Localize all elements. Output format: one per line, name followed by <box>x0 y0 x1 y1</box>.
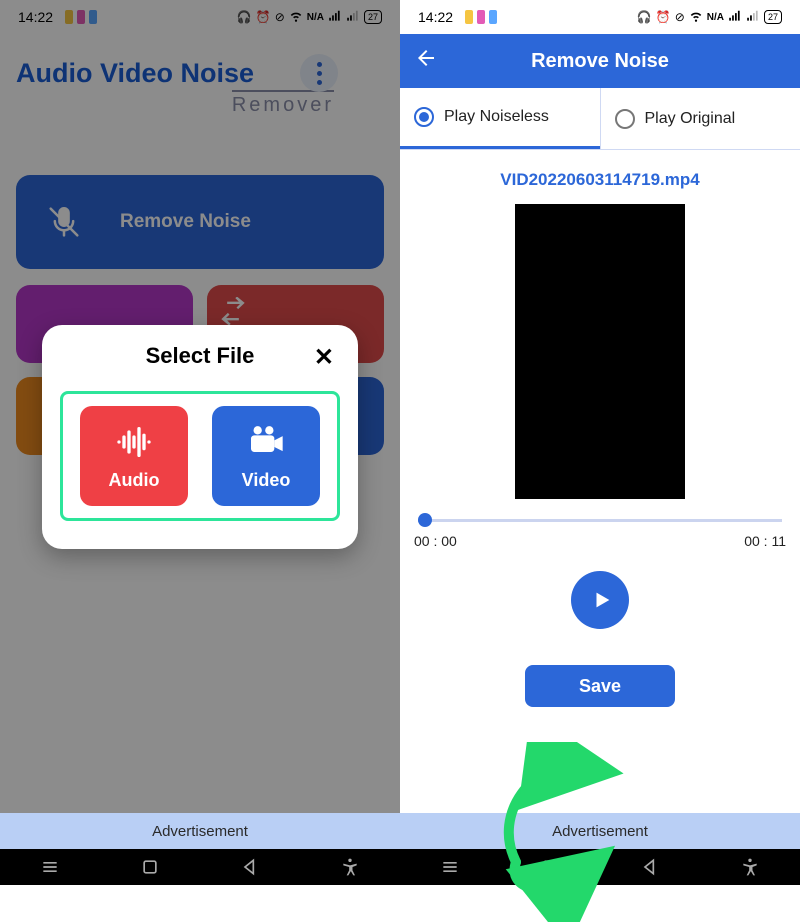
wifi-icon <box>689 9 703 26</box>
phone-left: 14:22 🎧 ⏰ ⊘ N/A 27 Audio V <box>0 0 400 885</box>
tab-noiseless-label: Play Noiseless <box>444 107 549 126</box>
home-button[interactable] <box>140 857 160 877</box>
dnd-icon: ⊘ <box>675 10 685 24</box>
convert-icon <box>219 297 247 325</box>
battery-indicator: 27 <box>364 10 382 24</box>
time-total: 00 : 11 <box>744 533 786 549</box>
ad-banner[interactable]: Advertisement <box>400 813 800 849</box>
video-label: Video <box>242 470 291 491</box>
seek-thumb[interactable] <box>418 513 432 527</box>
dnd-icon: ⊘ <box>275 10 285 24</box>
modal-title: Select File <box>146 343 255 369</box>
overflow-menu-button[interactable] <box>300 54 338 92</box>
status-bar: 14:22 🎧 ⏰ ⊘ N/A 27 <box>0 0 400 34</box>
close-button[interactable]: ✕ <box>314 343 334 372</box>
phone-right: 14:22 🎧 ⏰ ⊘ N/A 27 <box>400 0 800 885</box>
recents-button[interactable] <box>40 857 60 877</box>
battery-indicator: 27 <box>764 10 782 24</box>
status-app-indicator <box>65 10 97 24</box>
remove-noise-button[interactable]: Remove Noise <box>16 175 384 269</box>
radio-unselected-icon <box>615 109 635 129</box>
select-video-button[interactable]: Video <box>212 406 320 506</box>
save-label: Save <box>579 676 621 697</box>
video-camera-icon <box>246 422 286 462</box>
ad-label: Advertisement <box>152 823 248 840</box>
save-button[interactable]: Save <box>525 665 675 707</box>
tab-play-noiseless[interactable]: Play Noiseless <box>400 88 600 149</box>
audio-wave-icon <box>114 422 154 462</box>
filename-label: VID20220603114719.mp4 <box>500 170 699 190</box>
ad-label: Advertisement <box>552 823 648 840</box>
headphones-icon: 🎧 <box>637 10 652 24</box>
back-button[interactable] <box>640 857 660 877</box>
playback-tabs: Play Noiseless Play Original <box>400 88 800 150</box>
app-title: Audio Video Noise <box>16 58 254 89</box>
player-area: VID20220603114719.mp4 00 : 00 00 : 11 Sa… <box>400 150 800 813</box>
select-file-modal: Select File ✕ Audio <box>42 325 358 549</box>
alarm-icon: ⏰ <box>256 10 271 24</box>
select-audio-button[interactable]: Audio <box>80 406 188 506</box>
close-icon: ✕ <box>314 344 334 371</box>
seek-bar[interactable] <box>414 511 786 529</box>
file-type-group: Audio Video <box>60 391 340 521</box>
wifi-icon <box>289 9 303 26</box>
signal-icon <box>728 9 742 26</box>
status-app-indicator <box>465 10 497 24</box>
signal-icon <box>328 9 342 26</box>
alarm-icon: ⏰ <box>656 10 671 24</box>
tab-play-original[interactable]: Play Original <box>600 88 800 149</box>
video-preview[interactable] <box>515 204 685 499</box>
arrow-left-icon <box>414 46 438 70</box>
status-bar: 14:22 🎧 ⏰ ⊘ N/A 27 <box>400 0 800 34</box>
status-time: 14:22 <box>18 9 53 25</box>
signal2-icon <box>746 9 760 26</box>
headphones-icon: 🎧 <box>237 10 252 24</box>
tab-original-label: Play Original <box>645 110 736 128</box>
time-labels: 00 : 00 00 : 11 <box>414 533 786 549</box>
recents-button[interactable] <box>440 857 460 877</box>
data-icon: N/A <box>707 12 724 23</box>
seek-track <box>418 519 782 522</box>
app-subtitle: Remover <box>232 90 334 117</box>
kebab-icon <box>317 62 322 85</box>
appbar-title: Remove Noise <box>450 50 750 73</box>
accessibility-button[interactable] <box>740 857 760 877</box>
remove-noise-label: Remove Noise <box>120 211 251 233</box>
back-button[interactable] <box>240 857 260 877</box>
radio-selected-icon <box>414 107 434 127</box>
play-button[interactable] <box>571 571 629 629</box>
ad-banner[interactable]: Advertisement <box>0 813 400 849</box>
audio-label: Audio <box>109 470 160 491</box>
mic-muted-icon <box>44 202 84 242</box>
system-nav-bar <box>400 849 800 885</box>
play-icon <box>591 589 613 611</box>
data-icon: N/A <box>307 12 324 23</box>
signal2-icon <box>346 9 360 26</box>
status-time: 14:22 <box>418 9 453 25</box>
home-button[interactable] <box>540 857 560 877</box>
time-current: 00 : 00 <box>414 533 457 549</box>
app-bar: Remove Noise <box>400 34 800 88</box>
back-arrow-button[interactable] <box>414 46 450 76</box>
accessibility-button[interactable] <box>340 857 360 877</box>
system-nav-bar <box>0 849 400 885</box>
